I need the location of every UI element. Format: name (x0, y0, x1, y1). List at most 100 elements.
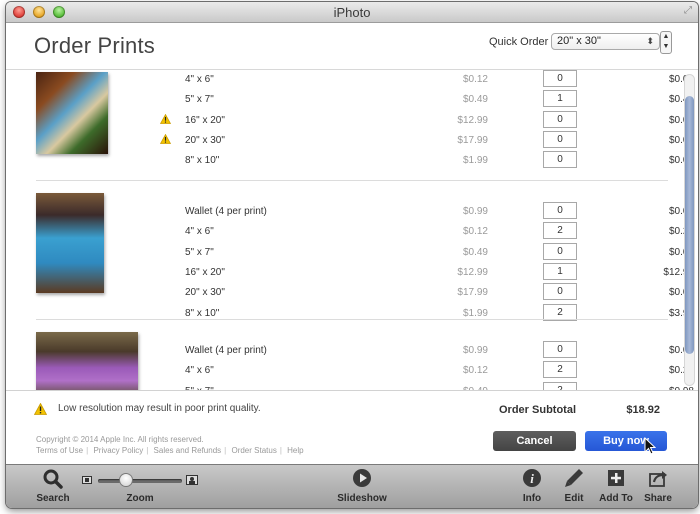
cancel-button[interactable]: Cancel (493, 431, 576, 451)
unit-price: $12.99 (457, 114, 488, 126)
info-button[interactable]: i Info (522, 468, 542, 504)
zoom-slider[interactable] (98, 474, 182, 486)
print-size: 8" x 10" (185, 307, 220, 319)
search-button[interactable]: Search (36, 468, 70, 504)
print-size-row: 5" x 7"$0.492$0.98 (156, 381, 694, 390)
order-header: Order Prints Quick Order 20" x 30" ⬍ ▲ ▼ (6, 23, 698, 70)
print-size-row: 20" x 30" $17.99 0 $0.00 (156, 130, 694, 151)
unit-price: $17.99 (457, 134, 488, 146)
print-size-row: 16" x 20" $12.99 0 $0.00 (156, 110, 694, 131)
fullscreen-icon[interactable]: ⤢ (684, 5, 692, 16)
unit-price: $17.99 (457, 287, 488, 299)
mouse-cursor-icon (644, 437, 656, 455)
subtotal-label: Order Subtotal (499, 404, 577, 416)
print-size-row: 5" x 7" $0.49 0 $0.00 (156, 242, 694, 263)
line-total: $0.00 (668, 206, 694, 217)
quantity-field[interactable]: 2 (543, 303, 577, 321)
print-size: 8" x 10" (185, 155, 220, 167)
quantity-field[interactable]: 0 (543, 130, 577, 148)
add-to-button[interactable]: Add To (599, 468, 633, 504)
print-size: 20" x 30" (185, 287, 225, 299)
print-size-row: Wallet (4 per print) $0.99 0 $0.00 (156, 341, 694, 361)
line-total: $0.00 (668, 74, 694, 85)
quick-order-select[interactable]: 20" x 30" ⬍ (551, 33, 660, 50)
quick-order-stepper[interactable]: ▲ ▼ (660, 31, 672, 54)
line-total: $0.00 (668, 246, 694, 258)
search-label: Search (36, 493, 70, 504)
unit-price: $0.49 (462, 94, 488, 106)
quantity-field[interactable]: 1 (543, 262, 577, 280)
unit-price: $0.12 (462, 365, 488, 377)
print-size-row: 4" x 6" $0.12 0 $0.00 (156, 70, 694, 90)
scroll-thumb[interactable] (685, 96, 694, 354)
slideshow-label: Slideshow (337, 493, 387, 504)
line-total: $0.49 (668, 94, 694, 106)
quick-order-value: 20" x 30" (557, 35, 601, 47)
print-size: Wallet (4 per print) (185, 206, 267, 217)
print-size-row: 20" x 30" $17.99 0 $0.00 (156, 283, 694, 303)
vertical-scrollbar[interactable] (684, 74, 695, 386)
quantity-field[interactable]: 0 (543, 202, 577, 219)
quantity-field[interactable]: 2 (543, 381, 577, 390)
quantity-field[interactable]: 0 (543, 70, 577, 87)
warning-icon (160, 133, 171, 144)
unit-price: $0.12 (462, 74, 488, 85)
select-arrows-icon: ⬍ (646, 36, 654, 46)
window-title: iPhoto (333, 5, 371, 20)
print-group: 4" x 6" $0.12 0 $0.00 5" x 7" $0.49 1 $0.49 16" … (6, 70, 694, 210)
quantity-field[interactable]: 0 (543, 242, 577, 260)
print-order-list: 4" x 6" $0.12 0 $0.00 5" x 7" $0.49 1 $0.49 16" … (6, 70, 698, 390)
slideshow-button[interactable]: Slideshow (337, 468, 387, 504)
print-size: 5" x 7" (185, 246, 214, 258)
zoom-label: Zoom (126, 493, 154, 504)
print-size-row: 8" x 10" $1.99 0 $0.00 (156, 151, 694, 171)
quantity-field[interactable]: 2 (543, 222, 577, 240)
unit-price: $0.12 (462, 226, 488, 238)
ukulele-player-photo (36, 193, 104, 293)
quantity-field[interactable]: 0 (543, 341, 577, 358)
large-photo-icon (186, 475, 198, 485)
print-size: 4" x 6" (185, 365, 214, 377)
add-icon (608, 470, 624, 486)
print-size: Wallet (4 per print) (185, 345, 267, 356)
share-button[interactable]: Share (644, 468, 672, 504)
terms-of-use-link[interactable]: Terms of Use (36, 446, 83, 455)
share-icon (649, 471, 667, 487)
small-photo-icon (82, 476, 92, 484)
quantity-field[interactable]: 0 (543, 110, 577, 128)
group-divider (36, 180, 668, 181)
line-total: $0.24 (668, 365, 694, 377)
print-size-row: 4" x 6" $0.12 2 $0.24 (156, 361, 694, 381)
info-icon: i (523, 469, 541, 487)
quantity-field[interactable]: 0 (543, 151, 577, 169)
unit-price: $1.99 (462, 307, 488, 319)
help-link[interactable]: Help (287, 446, 303, 455)
line-total: $12.99 (663, 266, 694, 278)
unit-price: $12.99 (457, 266, 488, 278)
quick-order-label: Quick Order (489, 36, 549, 48)
unit-price: $0.99 (462, 345, 488, 356)
unit-price: $0.49 (462, 246, 488, 258)
edit-button[interactable]: Edit (564, 468, 584, 504)
print-size: 4" x 6" (185, 74, 214, 85)
quantity-field[interactable]: 1 (543, 90, 577, 108)
print-size: 4" x 6" (185, 226, 214, 238)
line-total: $0.24 (668, 226, 694, 238)
line-total: $0.00 (668, 134, 694, 146)
print-group: Wallet (4 per print) $0.99 0 $0.00 4" x 6" $0… (6, 180, 694, 330)
order-footer: Low resolution may result in poor print … (6, 390, 698, 464)
stepper-down-icon[interactable]: ▼ (661, 42, 671, 52)
line-total: $3.98 (668, 307, 694, 319)
privacy-policy-link[interactable]: Privacy Policy (93, 446, 143, 455)
order-status-link[interactable]: Order Status (231, 446, 276, 455)
unit-price: $0.99 (462, 206, 488, 217)
footer-links: Terms of Use | Privacy Policy | Sales and … (36, 446, 304, 455)
line-total: $0.00 (668, 155, 694, 167)
sales-and-refunds-link[interactable]: Sales and Refunds (154, 446, 222, 455)
pencil-icon (565, 469, 583, 487)
quantity-field[interactable]: 0 (543, 283, 577, 301)
stepper-up-icon[interactable]: ▲ (661, 32, 671, 42)
zoom-slider-knob[interactable] (119, 474, 132, 486)
quantity-field[interactable]: 2 (543, 361, 577, 379)
share-label: Share (644, 493, 672, 504)
